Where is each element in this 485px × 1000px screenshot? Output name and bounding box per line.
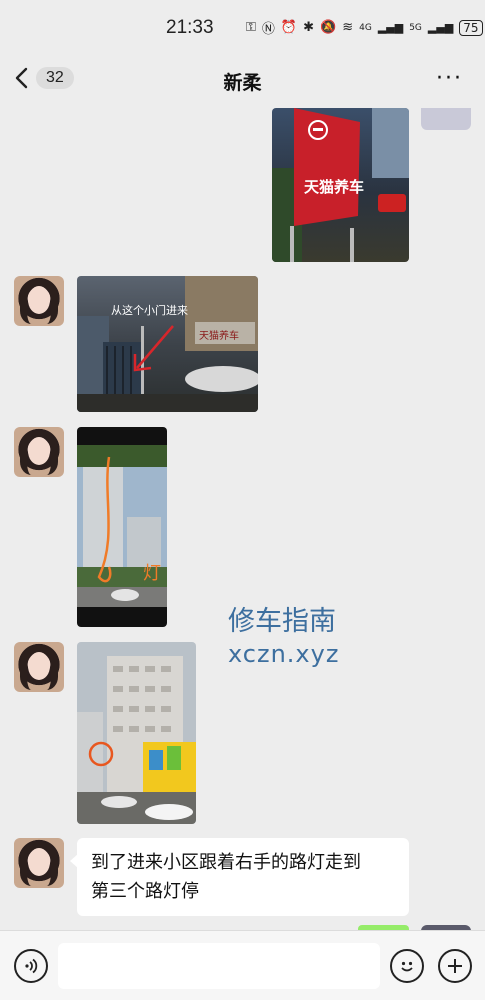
plus-icon — [448, 959, 462, 973]
contact-avatar[interactable] — [14, 427, 64, 477]
signal-5g-label: 5G — [409, 22, 422, 33]
contact-avatar[interactable] — [14, 276, 64, 326]
emoji-icon — [401, 961, 413, 972]
image-annotation: 灯 — [143, 563, 161, 584]
contact-avatar[interactable] — [14, 838, 64, 888]
message-line: 第三个路灯停 — [91, 881, 199, 902]
status-icons: ⚿ Ⓝ ⏰ ✱ 🔕 ≋ 4G ▂▄▆ 5G ▂▄▆ 75 — [246, 18, 483, 37]
wifi-icon: ≋ — [342, 20, 354, 35]
sign-text: 天猫养车 — [199, 329, 239, 342]
watermark: 修车指南 xczn.xyz — [228, 606, 339, 670]
text-message-bubble[interactable]: 到了进来小区跟着右手的路灯走到 第三个路灯停 — [70, 838, 409, 916]
contact-avatar[interactable] — [14, 642, 64, 692]
self-image-message[interactable]: 天猫养车 — [272, 108, 409, 262]
chat-header: 32 新柔 ··· — [0, 56, 485, 106]
input-bar — [0, 930, 485, 1000]
contact-image-message[interactable] — [77, 642, 196, 824]
bluetooth-icon: ✱ — [303, 20, 315, 35]
status-time: 21:33 — [166, 17, 214, 38]
chat-title: 新柔 — [223, 72, 262, 94]
image-caption: 从这个小门进来 — [111, 303, 188, 317]
status-bar: 21:33 ⚿ Ⓝ ⏰ ✱ 🔕 ≋ 4G ▂▄▆ 5G ▂▄▆ 75 — [0, 0, 485, 56]
contact-image-message[interactable]: 灯 — [77, 427, 167, 627]
watermark-url: xczn.xyz — [228, 640, 340, 668]
alarm-icon: ⏰ — [280, 20, 298, 35]
battery-indicator: 75 — [459, 19, 483, 36]
more-options-button[interactable]: ··· — [436, 66, 463, 91]
voice-input-button[interactable] — [14, 949, 48, 983]
message-line: 到了进来小区跟着右手的路灯走到 — [91, 852, 361, 873]
plus-button[interactable] — [438, 949, 472, 983]
sign-text: 天猫养车 — [304, 178, 364, 196]
emoji-button[interactable] — [390, 949, 424, 983]
mute-icon: 🔕 — [320, 20, 337, 35]
street-photo — [77, 656, 196, 824]
key-icon: ⚿ — [246, 20, 256, 35]
watermark-title: 修车指南 — [228, 606, 336, 637]
self-avatar[interactable] — [421, 108, 471, 130]
signal-bars-icon: ▂▄▆ — [377, 21, 404, 34]
signal-4g-label: 4G — [359, 22, 372, 33]
voice-icon — [25, 958, 38, 974]
nfc-icon: Ⓝ — [261, 22, 275, 37]
message-input[interactable] — [58, 943, 380, 989]
building-photo: 灯 — [77, 445, 167, 607]
contact-image-message[interactable]: 天猫养车 从这个小门进来 — [77, 276, 258, 412]
sign-photo: 天猫养车 — [272, 108, 409, 262]
signal-bars-icon: ▂▄▆ — [427, 21, 454, 34]
gate-photo: 天猫养车 从这个小门进来 — [77, 276, 258, 412]
